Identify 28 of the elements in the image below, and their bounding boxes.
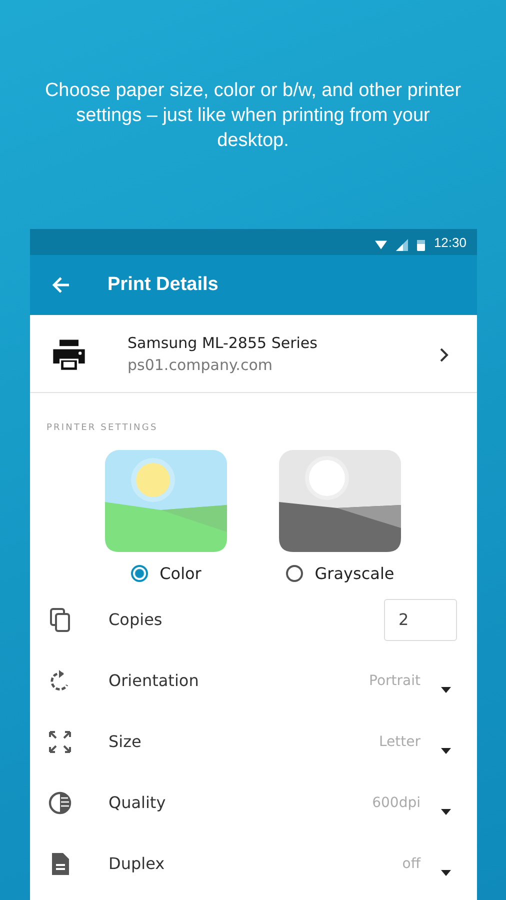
printer-host: ps01.company.com: [128, 356, 274, 374]
section-label: PRINTER SETTINGS: [46, 422, 159, 433]
caret-icon: [440, 808, 450, 814]
copies-field[interactable]: 2: [384, 598, 456, 640]
setting-label: Quality: [108, 793, 167, 812]
battery-icon: [416, 239, 425, 251]
caret-icon: [440, 748, 450, 754]
expand-icon: [48, 730, 72, 754]
wifi-icon: [374, 239, 387, 251]
setting-label: Copies: [108, 610, 164, 629]
chevron-right-icon: [438, 348, 448, 362]
setting-label: Size: [108, 732, 142, 751]
headline: Choose paper size, color or b/w, and other printer settings – just like when printing from your desktop.: [44, 79, 462, 153]
setting-label: Duplex: [108, 854, 166, 873]
caret-icon: [440, 870, 450, 876]
status-time: 12:30: [434, 234, 466, 250]
radio-option[interactable]: Grayscale: [286, 564, 394, 583]
landscape-grayscale-icon: [279, 450, 401, 552]
contrast-icon: [48, 790, 72, 814]
signal-icon: [396, 239, 408, 251]
printer-row[interactable]: Samsung ML-2855 Series ps01.company.com: [30, 315, 476, 393]
setting-label: Orientation: [108, 671, 200, 690]
landscape-color-icon: [105, 450, 227, 552]
screen-title: Print Details: [108, 274, 218, 296]
printer-name: Samsung ML-2855 Series: [128, 334, 318, 352]
radio-option[interactable]: Color: [130, 564, 202, 583]
copy-icon: [48, 608, 72, 632]
caret-icon: [440, 686, 450, 692]
